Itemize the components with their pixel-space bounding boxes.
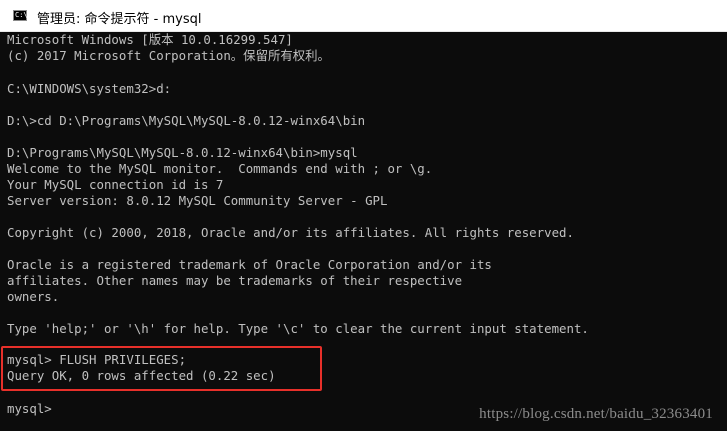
- console-line: owners.: [7, 289, 60, 304]
- console-line: Microsoft Windows [版本 10.0.16299.547]: [7, 32, 293, 47]
- console-line: D:\Programs\MySQL\MySQL-8.0.12-winx64\bi…: [7, 145, 358, 160]
- console-line: Oracle is a registered trademark of Orac…: [7, 257, 492, 272]
- watermark-url: https://blog.csdn.net/baidu_32363401: [479, 406, 713, 422]
- console-line: C:\WINDOWS\system32>d:: [7, 81, 172, 96]
- console-line: Server version: 8.0.12 MySQL Community S…: [7, 193, 388, 208]
- console-line: (c) 2017 Microsoft Corporation。保留所有权利。: [7, 48, 330, 63]
- console-line: affiliates. Other names may be trademark…: [7, 273, 463, 288]
- console-line: Copyright (c) 2000, 2018, Oracle and/or …: [7, 225, 574, 240]
- command-prompt-icon: C:\: [13, 10, 28, 21]
- highlight-annotation: [1, 346, 322, 391]
- console-output[interactable]: Microsoft Windows [版本 10.0.16299.547] (c…: [0, 32, 727, 431]
- console-line: Your MySQL connection id is 7: [7, 177, 224, 192]
- window-titlebar[interactable]: C:\ 管理员: 命令提示符 - mysql: [0, 0, 727, 32]
- console-line: D:\>cd D:\Programs\MySQL\MySQL-8.0.12-wi…: [7, 113, 366, 128]
- window-title: 管理员: 命令提示符 - mysql: [37, 12, 202, 27]
- console-line: Type 'help;' or '\h' for help. Type '\c'…: [7, 321, 589, 336]
- mysql-prompt[interactable]: mysql>: [7, 401, 52, 417]
- console-line: Welcome to the MySQL monitor. Commands e…: [7, 161, 433, 176]
